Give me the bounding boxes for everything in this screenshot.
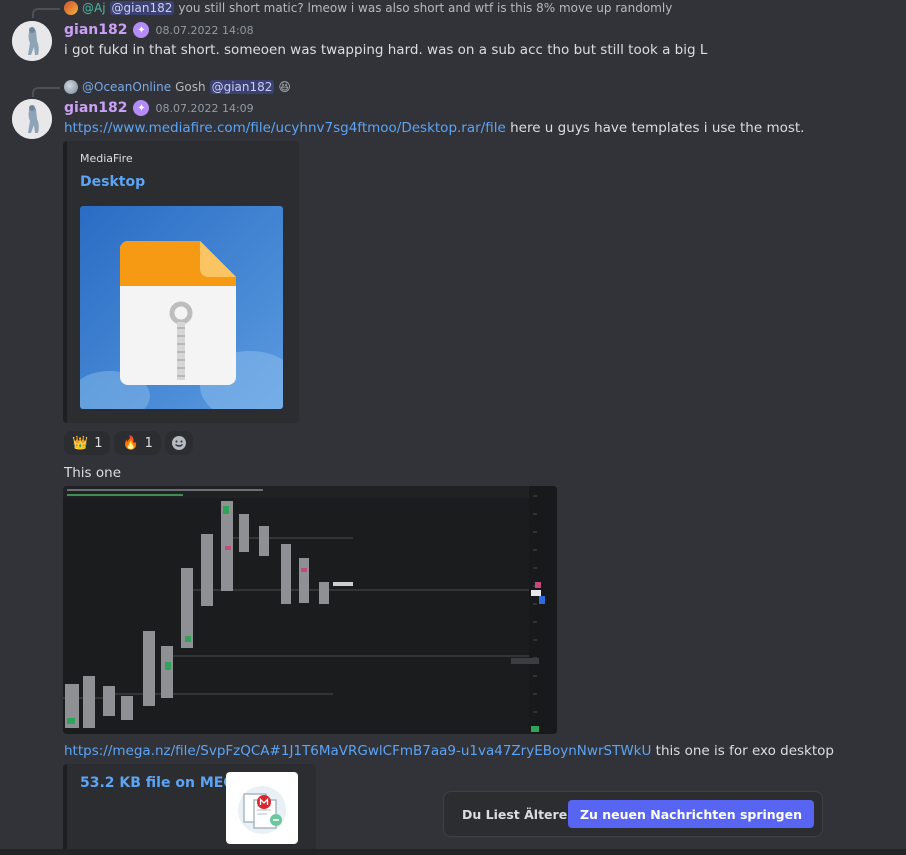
message-header: gian182 ✦ 08.07.2022 14:09	[64, 100, 254, 116]
reaction-count: 1	[144, 435, 153, 451]
reaction-crown[interactable]: 👑 1	[64, 431, 111, 455]
reply-author[interactable]: @OceanOnline	[82, 80, 171, 94]
reply-mention[interactable]: @gian182	[209, 80, 275, 94]
message-text: This one	[64, 465, 121, 481]
nitro-badge-icon: ✦	[133, 100, 150, 116]
reply-text: you still short matic? lmeow i was also …	[178, 1, 673, 15]
embed-title[interactable]: 53.2 KB file on MEGA	[80, 775, 246, 791]
older-messages-bar: Du Liest Ältere Nachrichten Zu neuen Nac…	[443, 791, 823, 837]
chart-screenshot-graphic	[63, 486, 557, 734]
mega-thumbnail[interactable]	[226, 772, 298, 844]
reply-preview[interactable]: @Aj @gian182 you still short matic? lmeo…	[64, 1, 672, 15]
username[interactable]: gian182	[64, 100, 127, 116]
timestamp: 08.07.2022 14:09	[155, 101, 254, 115]
reply-text: Gosh	[175, 80, 206, 94]
reaction-count: 1	[94, 435, 103, 451]
username[interactable]: gian182	[64, 22, 127, 38]
message-text: i got fukd in that short. someoen was tw…	[64, 42, 708, 58]
message-text-after-link: here u guys have templates i use the mos…	[510, 120, 805, 136]
bottom-divider	[0, 849, 906, 855]
avatar[interactable]	[12, 21, 52, 61]
embed-thumbnail[interactable]	[80, 206, 283, 409]
embed-provider[interactable]: MediaFire	[80, 152, 133, 165]
timestamp: 08.07.2022 14:08	[155, 23, 254, 37]
reaction-fire[interactable]: 🔥 1	[114, 431, 161, 455]
laughing-emoji-icon: 😆	[278, 80, 291, 94]
jump-to-present-button[interactable]: Zu neuen Nachrichten springen	[567, 800, 814, 828]
mega-text-after: this one is for exo desktop	[655, 743, 834, 759]
add-reaction-button[interactable]	[164, 431, 193, 455]
reply-connector	[32, 87, 60, 97]
trading-chart-image[interactable]	[63, 486, 557, 734]
smiley-icon	[171, 436, 186, 450]
reply-connector	[32, 8, 60, 18]
message-text: https://www.mediafire.com/file/ucyhnv7sg…	[64, 120, 804, 136]
reactions: 👑 1 🔥 1	[64, 431, 193, 455]
mediafire-link[interactable]: https://www.mediafire.com/file/ucyhnv7sg…	[64, 120, 506, 136]
reply-avatar	[64, 1, 78, 15]
reply-mention[interactable]: @gian182	[109, 1, 175, 15]
reply-avatar	[64, 80, 78, 94]
embed-title[interactable]: Desktop	[80, 174, 145, 190]
reply-author[interactable]: @Aj	[82, 1, 106, 15]
fire-icon: 🔥	[122, 435, 139, 451]
crown-icon: 👑	[72, 435, 89, 451]
message-header: gian182 ✦ 08.07.2022 14:08	[64, 22, 254, 38]
reply-preview[interactable]: @OceanOnline Gosh @gian182 😆	[64, 80, 291, 94]
mega-link[interactable]: https://mega.nz/file/SvpFzQCA#1J1T6MaVRG…	[64, 743, 651, 759]
message-text: https://mega.nz/file/SvpFzQCA#1J1T6MaVRG…	[64, 743, 834, 759]
nitro-badge-icon: ✦	[133, 22, 150, 38]
mega-file-icon	[238, 786, 286, 834]
mega-embed: 53.2 KB file on MEGA	[63, 764, 316, 855]
mediafire-embed: MediaFire Desktop	[63, 141, 299, 423]
zip-file-icon	[80, 206, 283, 409]
avatar[interactable]	[12, 99, 52, 139]
